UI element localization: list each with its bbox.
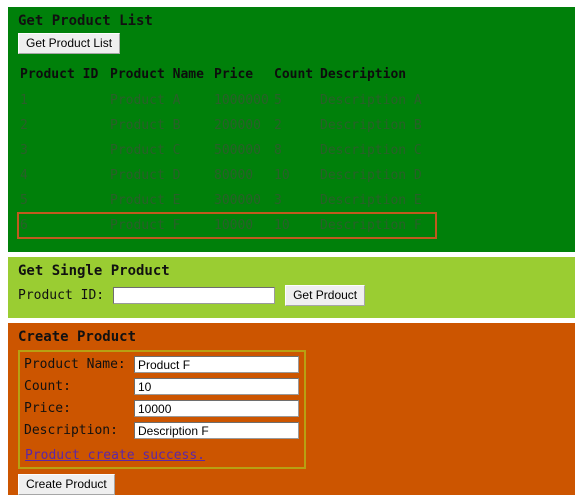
column-header-description: Description: [320, 67, 407, 82]
cell-product-id: 6: [20, 218, 28, 233]
cell-count: 8: [274, 143, 282, 158]
cell-price: 1000000: [214, 93, 269, 108]
table-row[interactable]: 4 Product D 80000 10 Description D: [18, 163, 436, 188]
cell-description: Description E: [320, 193, 422, 208]
product-table-body: 1 Product A 1000000 5 Description A 2 Product …: [17, 88, 437, 239]
cell-description: Description B: [320, 118, 422, 133]
cell-count: 5: [274, 93, 282, 108]
create-product-button[interactable]: Create Product: [18, 474, 115, 495]
cell-product-name: Product A: [110, 93, 181, 108]
cell-product-name: Product D: [110, 168, 181, 183]
cell-product-id: 3: [20, 143, 28, 158]
cell-price: 500000: [214, 143, 261, 158]
column-header-count: Count: [274, 67, 314, 82]
column-header-product-name: Product Name: [110, 67, 204, 82]
cell-product-name: Product C: [110, 143, 181, 158]
product-name-label: Product Name:: [24, 357, 126, 372]
column-header-price: Price: [214, 67, 254, 82]
cell-count: 10: [274, 168, 290, 183]
table-row[interactable]: 6 Product F 10000 10 Description F: [17, 212, 437, 239]
price-input[interactable]: [134, 400, 299, 417]
price-label: Price:: [24, 401, 71, 416]
create-product-form: Product Name: Count: Price: Description:…: [18, 350, 306, 469]
get-product-list-button[interactable]: Get Product List: [18, 33, 121, 54]
product-list-table-wrapper: Product ID Product Name Price Count Desc…: [17, 65, 437, 239]
cell-description: Description A: [320, 93, 422, 108]
cell-count: 10: [274, 218, 290, 233]
cell-price: 10000: [214, 218, 254, 233]
cell-count: 3: [274, 193, 282, 208]
single-product-section: Get Single Product Product ID: Get Prdou…: [8, 257, 575, 318]
cell-product-name: Product B: [110, 118, 181, 133]
cell-description: Description F: [320, 218, 422, 233]
cell-product-id: 1: [20, 93, 28, 108]
table-row[interactable]: 1 Product A 1000000 5 Description A: [18, 88, 436, 113]
create-product-section: Create Product Product Name: Count: Pric…: [8, 323, 575, 495]
single-product-heading: Get Single Product: [18, 263, 170, 279]
description-label: Description:: [24, 423, 118, 438]
description-input[interactable]: [134, 422, 299, 439]
cell-product-name: Product E: [110, 193, 181, 208]
create-field-row-price: Price:: [20, 400, 304, 422]
create-status-message: Product create success.: [25, 448, 206, 463]
cell-price: 200000: [214, 118, 261, 133]
get-single-product-button[interactable]: Get Prdouct: [285, 285, 366, 306]
product-table: Product ID Product Name Price Count Desc…: [17, 65, 437, 239]
create-field-row-product-name: Product Name:: [20, 356, 304, 378]
create-product-heading: Create Product: [18, 329, 137, 345]
single-product-field-row: Product ID: Get Prdouct: [8, 285, 575, 306]
cell-product-id: 4: [20, 168, 28, 183]
cell-price: 300000: [214, 193, 261, 208]
create-field-row-description: Description:: [20, 422, 304, 444]
count-input[interactable]: [134, 378, 299, 395]
cell-count: 2: [274, 118, 282, 133]
product-table-header-row: Product ID Product Name Price Count Desc…: [18, 65, 436, 88]
cell-description: Description D: [320, 168, 422, 183]
cell-product-id: 5: [20, 193, 28, 208]
product-name-input[interactable]: [134, 356, 299, 373]
table-row[interactable]: 3 Product C 500000 8 Description C: [18, 138, 436, 163]
product-list-heading: Get Product List: [18, 13, 153, 29]
column-header-product-id: Product ID: [20, 67, 99, 82]
cell-price: 80000: [214, 168, 254, 183]
product-id-input[interactable]: [113, 287, 276, 304]
cell-product-name: Product F: [110, 218, 181, 233]
product-table-head: Product ID Product Name Price Count Desc…: [18, 65, 436, 88]
create-field-row-count: Count:: [20, 378, 304, 400]
count-label: Count:: [24, 379, 71, 394]
cell-product-id: 2: [20, 118, 28, 133]
table-row[interactable]: 2 Product B 200000 2 Description B: [18, 113, 436, 138]
cell-description: Description C: [320, 143, 422, 158]
table-row[interactable]: 5 Product E 300000 3 Description E: [18, 188, 436, 213]
product-id-label: Product ID:: [18, 288, 105, 303]
product-list-section: Get Product List Get Product List Produc…: [8, 7, 575, 252]
